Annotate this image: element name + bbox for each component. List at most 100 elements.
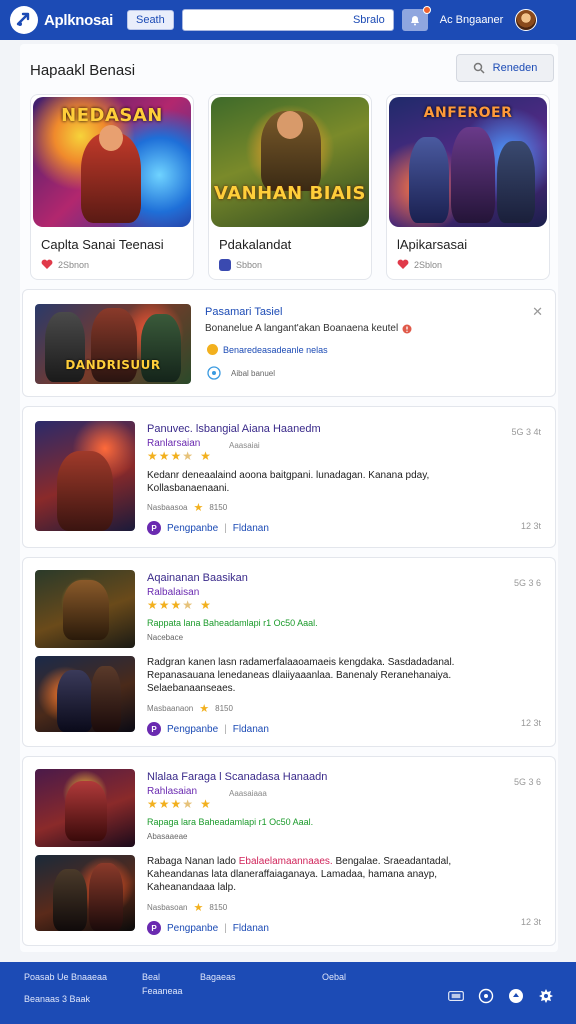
settings-icon[interactable] [538,988,554,1004]
star-icon: ★ [147,598,158,612]
star-icon: ★ [182,449,194,463]
close-icon[interactable]: ✕ [532,304,543,320]
list-subtitle: Aaasaiai [229,441,260,450]
featured-card[interactable]: ANFEROER lApikarsasai 2Sblon [386,94,550,280]
section-title: Hapaakl Benasi [30,62,136,79]
list-subtitle: Aaasaiaaa [229,789,267,798]
list-footer[interactable]: P Pengpanbe | Fldanan [147,921,269,935]
footer-link[interactable]: Beal [142,970,183,984]
list-item[interactable]: Nlalaa Faraga l Scanadasa Hanaadn Rahlas… [22,756,556,946]
rating-stars: ★ ★ ★ ★ ★ [147,598,211,612]
list-meta-label: Masbaanaon [147,704,194,713]
store-icon: P [147,521,161,535]
star-icon: ★ [199,703,210,715]
promo-desc-text: Bonanelue A langant'akan Boanaena keutel [205,323,399,334]
coin-icon [207,344,218,355]
footer-column: Poasab Ue Bnaaeaa Beanaas 3 Baak [24,970,107,1006]
list-note: Abasaaeae [147,832,188,841]
avatar[interactable] [515,9,538,31]
list-item[interactable]: Aqainanan Baasikan Ralbalaisan ★ ★ ★ ★ ★ Rap… [22,557,556,747]
footer-link[interactable]: Oebal [322,970,346,984]
separator: | [224,922,227,934]
featured-card[interactable]: NEDASAN Caplta Sanai Teenasi 2Sbnon [30,94,194,280]
list-highlight: Rappata lana Baheadamlapi r1 Oc50 Aaal. [147,618,318,628]
help-icon[interactable] [478,988,494,1004]
list-footer[interactable]: P Pengpanbe | Fldanan [147,521,269,535]
list-note: Nacebace [147,633,184,642]
separator: | [224,723,227,735]
rating-stars: ★ ★ ★ ★ ★ [147,449,211,463]
list-time: 12 3t [520,521,541,531]
star-icon: ★ [200,449,211,463]
heart-icon [41,259,53,269]
list-description-highlight: Ebalaelamaannaaes. [238,856,333,867]
promo-link-text: Benaredeasadeanle nelas [223,344,328,355]
list-meta: Nasbasoan ★ 8150 [147,901,227,914]
app-icon [219,259,231,271]
promo-title: Pasamari Tasiel [205,306,283,318]
promo-link[interactable]: Benaredeasadeanle nelas [207,344,328,355]
star-icon: ★ [182,797,194,811]
notification-button[interactable] [401,6,431,31]
footer-social-icons [448,988,554,1004]
list-size: 5G 3 6 [513,578,541,588]
list-thumb [35,570,135,648]
footer-link[interactable]: Poasab Ue Bnaaeaa [24,970,107,984]
promo-card[interactable]: DANDRISUUR Pasamari Tasiel Bonanelue A l… [22,289,556,397]
list-thumb [35,421,135,531]
footer-link[interactable]: Feaaneaa [142,984,183,998]
store-icon: P [147,722,161,736]
featured-title: Caplta Sanai Teenasi [41,237,164,252]
star-icon: ★ [200,797,211,811]
list-meta-count: 8150 [215,704,233,713]
user-name[interactable]: Ac Bngaaner [440,14,504,26]
search-input[interactable]: Sbralo [181,9,394,31]
search-button[interactable]: Seath [126,10,174,30]
list-footer[interactable]: P Pengpanbe | Fldanan [147,722,269,736]
footer-link[interactable]: Bagaeas [200,970,236,984]
list-meta-count: 8150 [209,903,228,912]
footer-column: Beal Feaaneaa [142,970,183,998]
chat-icon[interactable] [508,988,524,1004]
star-icon: ★ [147,449,158,463]
star-icon: ★ [158,797,170,811]
list-description-text: Rabaga Nanan lado [147,856,239,867]
featured-art: NEDASAN [33,97,191,227]
star-icon: ★ [170,598,182,612]
list-footer-link[interactable]: Pengpanbe [167,923,218,934]
list-category: Rahlasaian [147,786,198,797]
list-category: Ranlarsaian [147,438,201,449]
logo-icon[interactable] [10,6,38,34]
star-icon: ★ [158,598,170,612]
featured-meta: Sbbon [219,259,262,271]
list-thumb [35,656,135,732]
list-size: 5G 3 6 [513,777,541,787]
list-footer-alt[interactable]: Fldanan [233,523,269,534]
list-title: Panuvec. lsbangial Aiana Haanedm [147,423,321,435]
promo-sub: Aibal banuel [207,366,275,380]
list-title: Nlalaa Faraga l Scanadasa Hanaadn [147,771,328,783]
footer-column: Oebal [322,970,346,984]
featured-card[interactable]: VANHAN BIAIS Pdakalandat Sbbon [208,94,372,280]
star-icon: ★ [158,449,170,463]
featured-meta: 2Sblon [397,259,442,270]
list-item[interactable]: Panuvec. lsbangial Aiana Haanedm Ranlars… [22,406,556,548]
app-title: Aplknosai [44,11,113,29]
list-description-text: Kedanr deneaalaind aoona baitgpani. luna… [147,470,430,481]
list-footer-alt[interactable]: Fldanan [233,724,269,735]
notification-badge [422,6,431,14]
header-action-label: Reneden [492,62,538,74]
star-icon: ★ [193,502,204,514]
footer-link[interactable]: Beanaas 3 Baak [24,992,107,1006]
list-meta-label: Nasbaasoa [147,503,188,512]
featured-meta-label: 2Sbnon [58,259,90,270]
list-footer-link[interactable]: Pengpanbe [167,523,218,534]
list-time: 12 3t [520,917,541,927]
header-action-button[interactable]: Reneden [456,54,554,82]
screen-icon[interactable] [448,988,464,1004]
store-icon: P [147,921,161,935]
list-footer-link[interactable]: Pengpanbe [167,724,218,735]
list-meta-count: 8150 [209,503,228,512]
list-footer-alt[interactable]: Fldanan [233,923,269,934]
featured-meta: 2Sbnon [41,259,89,270]
